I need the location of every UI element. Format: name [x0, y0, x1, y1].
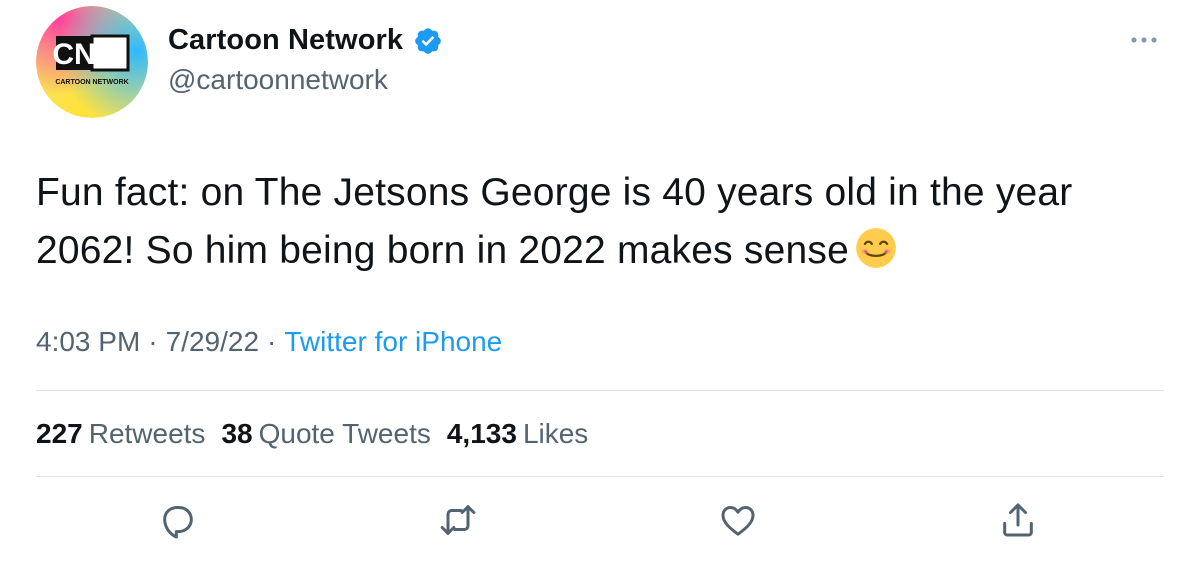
display-name[interactable]: Cartoon Network	[168, 24, 403, 57]
divider	[36, 390, 1164, 391]
quote-tweets-count: 38	[221, 418, 253, 449]
retweet-icon[interactable]	[438, 500, 478, 540]
avatar[interactable]: CN CARTOON NETWORK	[36, 6, 148, 118]
tweet-meta: 4:03 PM · 7/29/22 · Twitter for iPhone	[36, 326, 502, 358]
retweets-count: 227	[36, 418, 83, 449]
likes-stat[interactable]: 4,133 Likes	[447, 418, 588, 450]
likes-count: 4,133	[446, 418, 517, 449]
tweet-card: CN CARTOON NETWORK Cartoon Network @cart…	[0, 0, 1200, 565]
retweets-label: Retweets	[88, 418, 206, 449]
logo-letter-c: CN	[52, 38, 95, 71]
tweet-stats: 227 Retweets 38 Quote Tweets 4,133 Likes	[36, 418, 588, 450]
smiling-face-icon	[856, 228, 896, 268]
verified-badge-icon	[415, 27, 441, 54]
divider	[36, 476, 1164, 477]
handle[interactable]: @cartoonnetwork	[168, 64, 388, 96]
meta-separator: ·	[267, 326, 277, 357]
cartoon-network-logo: CN CARTOON NETWORK	[36, 6, 148, 118]
tweet-text-content: Fun fact: on The Jetsons George is 40 ye…	[36, 171, 1073, 272]
likes-label: Likes	[522, 418, 589, 449]
reply-icon[interactable]	[158, 500, 198, 540]
logo-subtext: CARTOON NETWORK	[55, 79, 128, 86]
tweet-text: Fun fact: on The Jetsons George is 40 ye…	[36, 164, 1166, 280]
share-icon[interactable]	[998, 500, 1038, 540]
quote-tweets-label: Quote Tweets	[258, 418, 431, 449]
tweet-date[interactable]: 7/29/22	[166, 326, 259, 357]
name-row: Cartoon Network	[168, 24, 443, 57]
more-options-icon[interactable]	[1126, 30, 1162, 50]
tweet-time[interactable]: 4:03 PM	[36, 326, 140, 357]
meta-separator: ·	[148, 326, 158, 357]
heart-icon[interactable]	[718, 500, 758, 540]
tweet-source-link[interactable]: Twitter for iPhone	[284, 326, 502, 357]
quote-tweets-stat[interactable]: 38 Quote Tweets	[221, 418, 430, 450]
retweets-stat[interactable]: 227 Retweets	[36, 418, 205, 450]
